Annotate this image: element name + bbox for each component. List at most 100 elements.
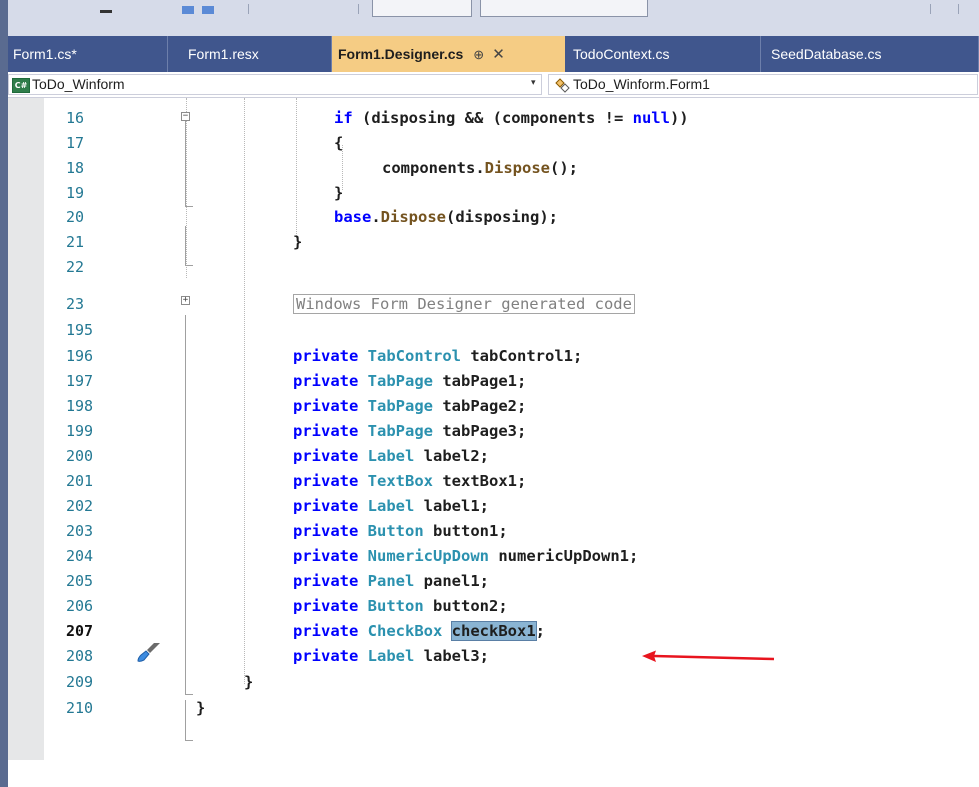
code-line: 19 } (0, 182, 979, 205)
line-number: 208 (66, 647, 94, 665)
code-line: 21 } (0, 231, 979, 254)
keyword: private (293, 647, 359, 665)
line-text: private Panel panel1; (293, 570, 489, 593)
field-name: textBox1; (433, 472, 527, 490)
type-name: TabPage (367, 422, 433, 440)
line-number: 16 (66, 109, 85, 127)
code-text: . (371, 208, 381, 226)
line-number: 19 (66, 184, 85, 202)
code-line: 198 private TabPage tabPage2; (0, 395, 979, 418)
line-text: private Label label2; (293, 445, 489, 468)
code-line: 207 private CheckBox checkBox1; (0, 620, 979, 643)
member-dropdown[interactable]: ToDo_Winform.Form1 (548, 74, 978, 95)
line-number: 201 (66, 472, 94, 490)
line-text: } (293, 233, 303, 251)
tab-label: Form1.Designer.cs (338, 46, 464, 62)
tab-form1-cs[interactable]: Form1.cs* (8, 36, 168, 72)
toolbar-dropdown[interactable] (480, 0, 648, 17)
code-text: ; (535, 622, 546, 640)
line-text: private TabPage tabPage1; (293, 370, 526, 393)
editor-bottom-area (8, 760, 979, 787)
code-line: 203 private Button button1; (0, 520, 979, 543)
line-text: private Button button1; (293, 520, 508, 543)
keyword: private (293, 547, 359, 565)
code-line: 18 components.Dispose(); (0, 157, 979, 180)
line-text[interactable]: Windows Form Designer generated code (293, 293, 635, 316)
line-number: 21 (66, 233, 85, 251)
chevron-down-icon[interactable]: ▾ (531, 78, 536, 88)
quick-actions-brush-icon[interactable] (136, 641, 162, 663)
navigation-bar: C# ToDo_Winform ▾ ToDo_Winform.Form1 (8, 72, 979, 98)
keyword: null (632, 109, 670, 127)
line-text: if (disposing && (components != null)) (334, 107, 689, 130)
line-text: private TabPage tabPage2; (293, 395, 526, 418)
toolbar-separator (930, 4, 931, 14)
code-line: 210 } (0, 697, 979, 720)
line-text: private TabControl tabControl1; (293, 345, 582, 368)
toolbar-button[interactable] (180, 0, 196, 16)
tab-todocontext-cs[interactable]: TodoContext.cs (565, 36, 761, 72)
type-name: NumericUpDown (367, 547, 489, 565)
method-name: Dispose (484, 159, 550, 177)
keyword: private (293, 497, 359, 515)
code-line: 16 if (disposing && (components != null)… (0, 107, 979, 130)
field-name: label1; (414, 497, 489, 515)
keyword: private (293, 372, 359, 390)
keyword: private (293, 597, 359, 615)
line-number: 196 (66, 347, 94, 365)
code-line: 199 private TabPage tabPage3; (0, 420, 979, 443)
field-name: tabControl1; (461, 347, 583, 365)
project-name: ToDo_Winform (32, 76, 125, 92)
collapsed-region[interactable]: Windows Form Designer generated code (293, 294, 635, 314)
line-text: private CheckBox checkBox1; (293, 620, 545, 643)
code-line: 20 base.Dispose(disposing); (0, 206, 979, 229)
keyword: private (293, 397, 359, 415)
type-name: TabPage (367, 372, 433, 390)
line-number: 206 (66, 597, 94, 615)
line-number: 23 (66, 295, 85, 313)
type-name: TabControl (367, 347, 461, 365)
line-number: 209 (66, 673, 94, 691)
tab-form1-resx[interactable]: Form1.resx (168, 36, 332, 72)
toolbar-button[interactable] (200, 0, 216, 16)
close-icon[interactable]: ✕ (492, 46, 505, 63)
toolbar (8, 0, 979, 36)
tab-form1-designer-cs[interactable]: Form1.Designer.cs ⊕ ✕ (332, 36, 565, 72)
selected-field-name[interactable]: checkBox1 (450, 621, 537, 641)
type-name: Button (367, 522, 424, 540)
line-text: private Label label1; (293, 495, 489, 518)
line-number: 210 (66, 699, 94, 717)
line-text: private TextBox textBox1; (293, 470, 526, 493)
code-text: (); (549, 159, 578, 177)
toolbar-button[interactable] (96, 0, 116, 16)
toolbar-dropdown[interactable] (372, 0, 472, 17)
line-number: 195 (66, 321, 94, 339)
code-text: (disposing); (446, 208, 558, 226)
keyword: private (293, 522, 359, 540)
code-line: 209 } (0, 671, 979, 694)
tab-label: Form1.cs* (13, 46, 77, 62)
code-line: 22 (0, 256, 979, 279)
tab-label: SeedDatabase.cs (771, 46, 882, 62)
line-number: 18 (66, 159, 85, 177)
keyword: base (334, 208, 372, 226)
toolbar-separator (958, 4, 959, 14)
line-text: components.Dispose(); (382, 157, 578, 180)
tab-seeddatabase-cs[interactable]: SeedDatabase.cs (761, 36, 979, 72)
line-text: { (334, 134, 344, 152)
field-name: button1; (423, 522, 508, 540)
line-number: 205 (66, 572, 94, 590)
project-dropdown[interactable]: C# ToDo_Winform ▾ (8, 74, 542, 95)
type-name: Label (367, 497, 415, 515)
pin-icon[interactable]: ⊕ (473, 47, 484, 62)
document-tab-strip: Form1.cs* Form1.resx Form1.Designer.cs ⊕ ✕… (8, 36, 979, 72)
outline-line (185, 694, 193, 695)
type-name: Button (367, 597, 424, 615)
line-number: 207 (66, 622, 94, 640)
line-number: 202 (66, 497, 94, 515)
line-text: private TabPage tabPage3; (293, 420, 526, 443)
line-number: 198 (66, 397, 94, 415)
code-line: 200 private Label label2; (0, 445, 979, 468)
code-line: 23 Windows Form Designer generated code (0, 293, 979, 316)
type-name: TabPage (367, 397, 433, 415)
